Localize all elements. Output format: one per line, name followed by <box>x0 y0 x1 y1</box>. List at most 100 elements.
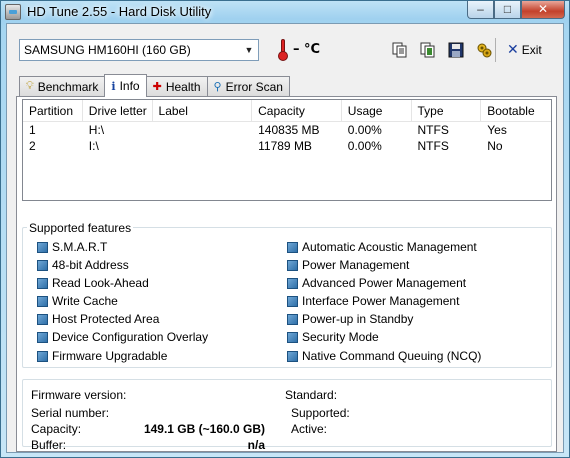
cell-capacity: 140835 MB <box>258 123 320 137</box>
feature-item: 48-bit Address <box>37 256 129 274</box>
table-row[interactable]: 2 I:\ 11789 MB 0.00% NTFS No <box>23 138 551 154</box>
capacity-value: 149.1 GB (~160.0 GB) <box>143 422 265 436</box>
health-cross-icon: ✚ <box>152 81 162 93</box>
supported-features-group: Supported features S.M.A.R.T 48-bit Addr… <box>22 221 552 368</box>
feature-indicator-icon <box>37 331 48 343</box>
cell-drive-letter: I:\ <box>88 139 99 153</box>
feature-item: Security Mode <box>287 328 379 346</box>
tab-benchmark[interactable]: 💡︎ Benchmark <box>19 76 106 96</box>
feature-item: Power Management <box>287 256 409 274</box>
feature-indicator-icon <box>37 277 48 289</box>
cell-usage: 0.00% <box>347 123 382 137</box>
tab-strip: 💡︎ Benchmark i Info ✚ Health ⚲ Error Sca… <box>19 74 290 97</box>
capacity-label: Capacity: <box>31 422 82 436</box>
feature-item: Power-up in Standby <box>287 310 413 328</box>
col-usage[interactable]: Usage <box>342 100 412 121</box>
toolbar-separator <box>495 38 496 62</box>
tab-info[interactable]: i Info <box>104 74 147 97</box>
buffer-label: Buffer: <box>31 438 67 452</box>
cell-label <box>153 122 253 138</box>
feature-label: Advanced Power Management <box>302 276 467 290</box>
feature-item: Advanced Power Management <box>287 274 466 292</box>
feature-indicator-icon <box>37 295 48 307</box>
feature-item: Automatic Acoustic Management <box>287 238 477 256</box>
chevron-down-icon[interactable]: ▼ <box>240 40 258 60</box>
feature-indicator-icon <box>287 350 298 362</box>
col-label[interactable]: Label <box>153 100 253 121</box>
tab-benchmark-label: Benchmark <box>37 79 99 94</box>
feature-indicator-icon <box>287 331 298 343</box>
feature-indicator-icon <box>37 241 48 253</box>
app-window: HD Tune 2.55 - Hard Disk Utility – □ ✕ S… <box>0 0 570 458</box>
close-button[interactable]: ✕ <box>521 1 565 19</box>
title-bar[interactable]: HD Tune 2.55 - Hard Disk Utility – □ ✕ <box>1 1 569 23</box>
cell-bootable: Yes <box>487 123 507 137</box>
cell-bootable: No <box>487 139 503 153</box>
exit-icon: ✕ <box>507 41 519 57</box>
maximize-button[interactable]: □ <box>494 1 521 19</box>
info-icon: i <box>111 79 116 93</box>
col-partition[interactable]: Partition <box>23 100 83 121</box>
caption-buttons: – □ ✕ <box>467 1 565 19</box>
tab-info-label: Info <box>119 79 140 93</box>
save-icon[interactable] <box>445 39 467 61</box>
supported-label: Supported: <box>291 406 350 420</box>
feature-indicator-icon <box>37 259 48 271</box>
drive-info-group: Firmware version: Serial number: Capacit… <box>22 379 552 452</box>
hdtune-app-icon[interactable] <box>5 4 21 20</box>
feature-label: Host Protected Area <box>52 312 160 326</box>
client-area: SAMSUNG HM160HI (160 GB) ▼ – °C ✕ Exit 💡… <box>6 23 564 453</box>
exit-button[interactable]: ✕ Exit <box>507 41 542 58</box>
cell-type: NTFS <box>417 139 449 153</box>
cell-capacity: 11789 MB <box>258 139 312 153</box>
feature-indicator-icon <box>287 241 298 253</box>
feature-indicator-icon <box>287 259 298 271</box>
options-icon[interactable] <box>473 39 495 61</box>
tab-error-scan-label: Error Scan <box>225 79 283 94</box>
cell-partition: 1 <box>29 123 36 137</box>
info-panel: Partition Drive letter Label Capacity Us… <box>16 96 557 452</box>
window-title: HD Tune 2.55 - Hard Disk Utility <box>27 4 212 19</box>
feature-item: Read Look-Ahead <box>37 274 149 292</box>
feature-item: Firmware Upgradable <box>37 347 167 365</box>
feature-item: Write Cache <box>37 292 118 310</box>
col-type[interactable]: Type <box>412 100 482 121</box>
feature-label: Firmware Upgradable <box>52 349 168 363</box>
feature-item: S.M.A.R.T <box>37 238 107 256</box>
feature-item: Interface Power Management <box>287 292 459 310</box>
feature-label: Read Look-Ahead <box>52 276 149 290</box>
copy-screen-icon[interactable] <box>417 39 439 61</box>
table-row[interactable]: 1 H:\ 140835 MB 0.00% NTFS Yes <box>23 122 551 138</box>
minimize-button[interactable]: – <box>467 1 494 19</box>
cell-drive-letter: H:\ <box>88 123 105 137</box>
feature-label: Power Management <box>302 258 410 272</box>
feature-label: Power-up in Standby <box>302 312 414 326</box>
feature-item: Native Command Queuing (NCQ) <box>287 347 481 365</box>
exit-label: Exit <box>521 42 542 57</box>
thermometer-icon <box>278 39 288 61</box>
partition-table-header: Partition Drive letter Label Capacity Us… <box>23 100 551 122</box>
col-drive-letter[interactable]: Drive letter <box>83 100 153 121</box>
active-label: Active: <box>291 422 328 436</box>
tab-health[interactable]: ✚ Health <box>145 76 208 96</box>
feature-indicator-icon <box>287 277 298 289</box>
cell-usage: 0.00% <box>347 139 382 153</box>
tab-health-label: Health <box>165 79 201 94</box>
col-bootable[interactable]: Bootable <box>481 100 551 121</box>
firmware-label: Firmware version: <box>31 388 127 402</box>
feature-indicator-icon <box>287 295 298 307</box>
feature-label: 48-bit Address <box>52 258 129 272</box>
feature-label: Native Command Queuing (NCQ) <box>302 349 482 363</box>
drive-select[interactable]: SAMSUNG HM160HI (160 GB) ▼ <box>19 39 259 61</box>
copy-info-icon[interactable] <box>389 39 411 61</box>
partition-table[interactable]: Partition Drive letter Label Capacity Us… <box>22 99 552 201</box>
feature-label: Interface Power Management <box>302 294 460 308</box>
feature-indicator-icon <box>37 313 48 325</box>
cell-type: NTFS <box>417 123 449 137</box>
feature-label: Write Cache <box>52 294 118 308</box>
tab-error-scan[interactable]: ⚲ Error Scan <box>206 76 290 96</box>
col-capacity[interactable]: Capacity <box>252 100 342 121</box>
feature-indicator-icon <box>287 313 298 325</box>
standard-label: Standard: <box>285 388 338 402</box>
supported-features-title: Supported features <box>27 221 134 235</box>
